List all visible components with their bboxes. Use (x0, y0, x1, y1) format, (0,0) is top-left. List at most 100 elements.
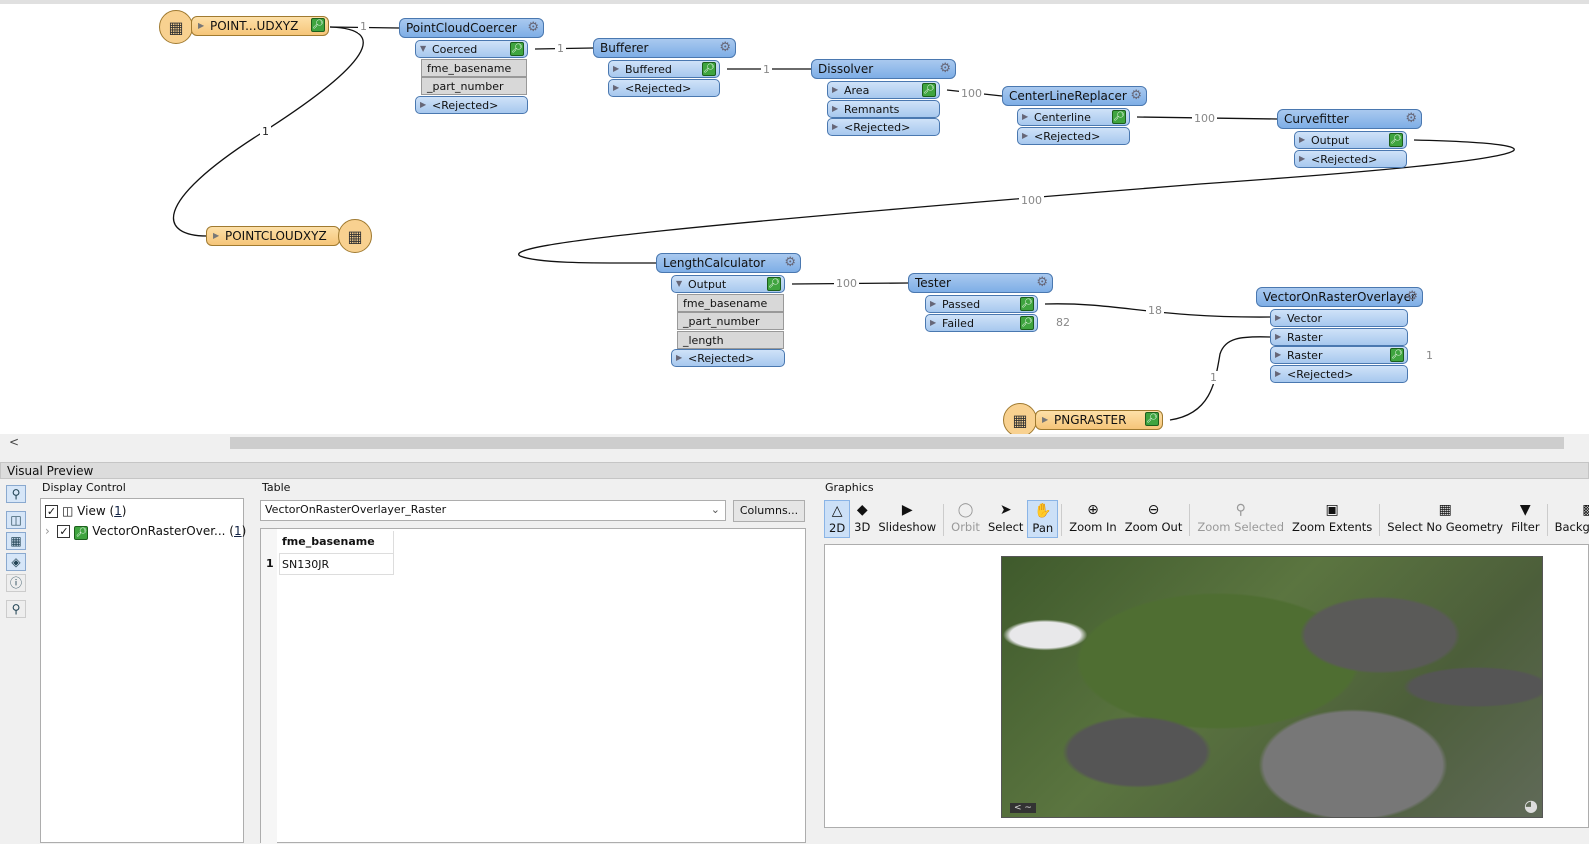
transformer-dissolver[interactable]: Dissolver ⚙ (811, 59, 956, 79)
expand-arrow-icon[interactable]: › (45, 524, 50, 538)
layer-count[interactable]: 1 (234, 524, 242, 538)
inspect-icon[interactable]: 🔎︎ (510, 42, 524, 56)
inspect-icon[interactable]: 🔎︎ (767, 277, 781, 291)
transformer-lengthcalculator[interactable]: LengthCalculator ⚙ (656, 253, 801, 273)
attribute-item[interactable]: _part_number (677, 312, 784, 330)
row-index[interactable]: 1 (266, 557, 274, 570)
reader-icon[interactable]: ▦ (159, 10, 193, 44)
output-port[interactable]: <Rejected> (1294, 149, 1407, 168)
inspect-icon[interactable]: 🔎︎ (1020, 315, 1034, 330)
checkbox-checked[interactable]: ✓ (45, 505, 58, 518)
horizontal-scrollbar[interactable]: < (0, 434, 1589, 452)
transformer-curvefitter[interactable]: Curvefitter ⚙ (1277, 109, 1422, 129)
table-select[interactable]: VectorOnRasterOverlayer_Raster ⌄ (260, 500, 726, 521)
tool-zoom-out[interactable]: ⊖ Zoom Out (1121, 500, 1187, 538)
scrollbar-thumb[interactable] (230, 437, 1564, 449)
column-header[interactable]: fme_basename (279, 531, 394, 553)
input-port[interactable]: Vector (1270, 309, 1408, 327)
inspect-icon[interactable]: 🔎︎ (1020, 297, 1034, 311)
tool-slideshow[interactable]: ▶ Slideshow (874, 500, 940, 538)
gear-icon[interactable]: ⚙ (527, 20, 539, 35)
gear-icon[interactable]: ⚙ (1130, 88, 1142, 103)
3d-icon: ◆ (856, 502, 868, 518)
attribute-item[interactable]: _part_number (421, 77, 527, 95)
attribute-item[interactable]: _length (677, 330, 784, 349)
tool-orbit[interactable]: ◯ Orbit (947, 500, 984, 538)
tree-item-layer[interactable]: › ✓ 🔎︎ VectorOnRasterOver... (1) (45, 521, 246, 541)
output-port[interactable]: <Rejected> (1017, 126, 1130, 145)
gear-icon[interactable]: ⚙ (939, 61, 951, 76)
reader-icon[interactable]: ▦ (1003, 403, 1037, 437)
columns-button[interactable]: Columns... (733, 500, 805, 522)
tool-zoom-selected[interactable]: ⚲ Zoom Selected (1193, 500, 1288, 538)
writer-pointcloudxyz[interactable]: POINTCLOUDXYZ (206, 226, 340, 246)
gear-icon[interactable]: ⚙ (719, 40, 731, 55)
table-icon[interactable]: ▦ (6, 532, 26, 550)
tool-background[interactable]: ▩ Background (1551, 500, 1589, 538)
port-label: _part_number (427, 80, 504, 93)
output-port[interactable]: Output 🔎︎ (671, 275, 785, 293)
gear-icon[interactable]: ⚙ (1405, 111, 1417, 126)
tool-pan[interactable]: ✋ Pan (1027, 500, 1059, 538)
output-port[interactable]: Passed 🔎︎ (925, 295, 1038, 313)
transformer-bufferer[interactable]: Bufferer ⚙ (593, 38, 736, 58)
transformer-centerlinereplacer[interactable]: CenterLineReplacer ⚙ (1002, 86, 1147, 106)
globe-icon[interactable]: ◕ (1524, 796, 1538, 815)
inspect-icon[interactable]: 🔎︎ (1112, 110, 1126, 124)
coordinate-toggle-icon[interactable]: < ~ (1010, 803, 1036, 813)
table-title: Table (262, 481, 291, 494)
tool-zoom-in[interactable]: ⊕ Zoom In (1065, 500, 1121, 538)
inspect-icon[interactable]: 🔎︎ (311, 18, 325, 32)
output-port[interactable]: <Rejected> (415, 95, 528, 114)
tool-3d[interactable]: ◆ 3D (850, 500, 874, 538)
table-cell[interactable]: SN130JR (279, 553, 394, 575)
tool-zoom-extents[interactable]: ▣ Zoom Extents (1288, 500, 1376, 538)
inspect-icon[interactable]: 🔎︎ (1145, 412, 1159, 426)
output-port[interactable]: Coerced 🔎︎ (415, 40, 528, 58)
output-port[interactable]: Remnants (827, 99, 940, 118)
gear-icon[interactable]: ⚙ (1406, 289, 1418, 304)
writer-icon[interactable]: ▦ (338, 219, 372, 253)
preview-sidebar: ⚲ ◫ ▦ ◈ ⓘ ⚲ (4, 482, 28, 837)
attribute-item[interactable]: fme_basename (421, 58, 527, 77)
output-port[interactable]: <Rejected> (827, 118, 940, 136)
reader-pngraster[interactable]: PNGRASTER 🔎︎ (1035, 410, 1163, 430)
transformer-pointcloudcoercer[interactable]: PointCloudCoercer ⚙ (399, 18, 544, 38)
output-port[interactable]: <Rejected> (671, 349, 785, 367)
display-control-icon[interactable]: ◫ (6, 511, 26, 529)
scroll-left-arrow[interactable]: < (9, 435, 19, 449)
checkbox-checked[interactable]: ✓ (57, 525, 71, 538)
output-port[interactable]: Buffered 🔎︎ (608, 60, 720, 78)
tool-select-no-geometry[interactable]: ▦ Select No Geometry (1383, 500, 1507, 538)
output-port[interactable]: Failed 🔎︎ (925, 313, 1038, 332)
output-port[interactable]: <Rejected> (608, 78, 720, 97)
inspect-icon[interactable]: 🔎︎ (702, 62, 716, 76)
view-count[interactable]: 1 (114, 504, 122, 518)
tool-filter[interactable]: ▼ Filter (1507, 500, 1543, 538)
gear-icon[interactable]: ⚙ (1036, 275, 1048, 290)
inspect-icon[interactable]: 🔎︎ (1390, 348, 1404, 362)
info-icon[interactable]: ⓘ (6, 574, 26, 592)
transformer-tester[interactable]: Tester ⚙ (908, 273, 1053, 293)
output-port[interactable]: Output 🔎︎ (1294, 131, 1407, 149)
inspect-icon[interactable]: 🔎︎ (1389, 133, 1403, 147)
workspace-canvas[interactable]: 1 1 1 100 100 1 100 100 18 82 1 1 ▦ POIN… (0, 0, 1589, 452)
output-port[interactable]: Area 🔎︎ (827, 81, 940, 99)
tool-select[interactable]: ➤ Select (984, 500, 1027, 538)
inspect-icon[interactable]: ⚲ (6, 485, 26, 503)
output-port[interactable]: Centerline 🔎︎ (1017, 108, 1130, 126)
tool-2d[interactable]: △ 2D (824, 500, 851, 538)
reader-pointcloud[interactable]: POINT...UDXYZ 🔎︎ (191, 16, 329, 36)
graphics-icon[interactable]: ◈ (6, 553, 26, 571)
input-port[interactable]: Raster (1270, 327, 1408, 346)
output-port[interactable]: <Rejected> (1270, 364, 1408, 383)
attribute-item[interactable]: fme_basename (677, 293, 784, 312)
tree-item-view[interactable]: ✓ ◫ View (1) (45, 501, 239, 521)
transformer-vectoronrasteroverlayer[interactable]: VectorOnRasterOverlayer ⚙ (1256, 287, 1423, 307)
inspect-icon[interactable]: 🔎︎ (922, 83, 936, 97)
gear-icon[interactable]: ⚙ (784, 255, 796, 270)
slideshow-icon: ▶ (901, 502, 913, 518)
output-port[interactable]: Raster 🔎︎ (1270, 346, 1408, 364)
feature-info-icon[interactable]: ⚲ (6, 600, 26, 618)
aerial-raster-image[interactable]: < ~ ◕ (1001, 556, 1543, 818)
